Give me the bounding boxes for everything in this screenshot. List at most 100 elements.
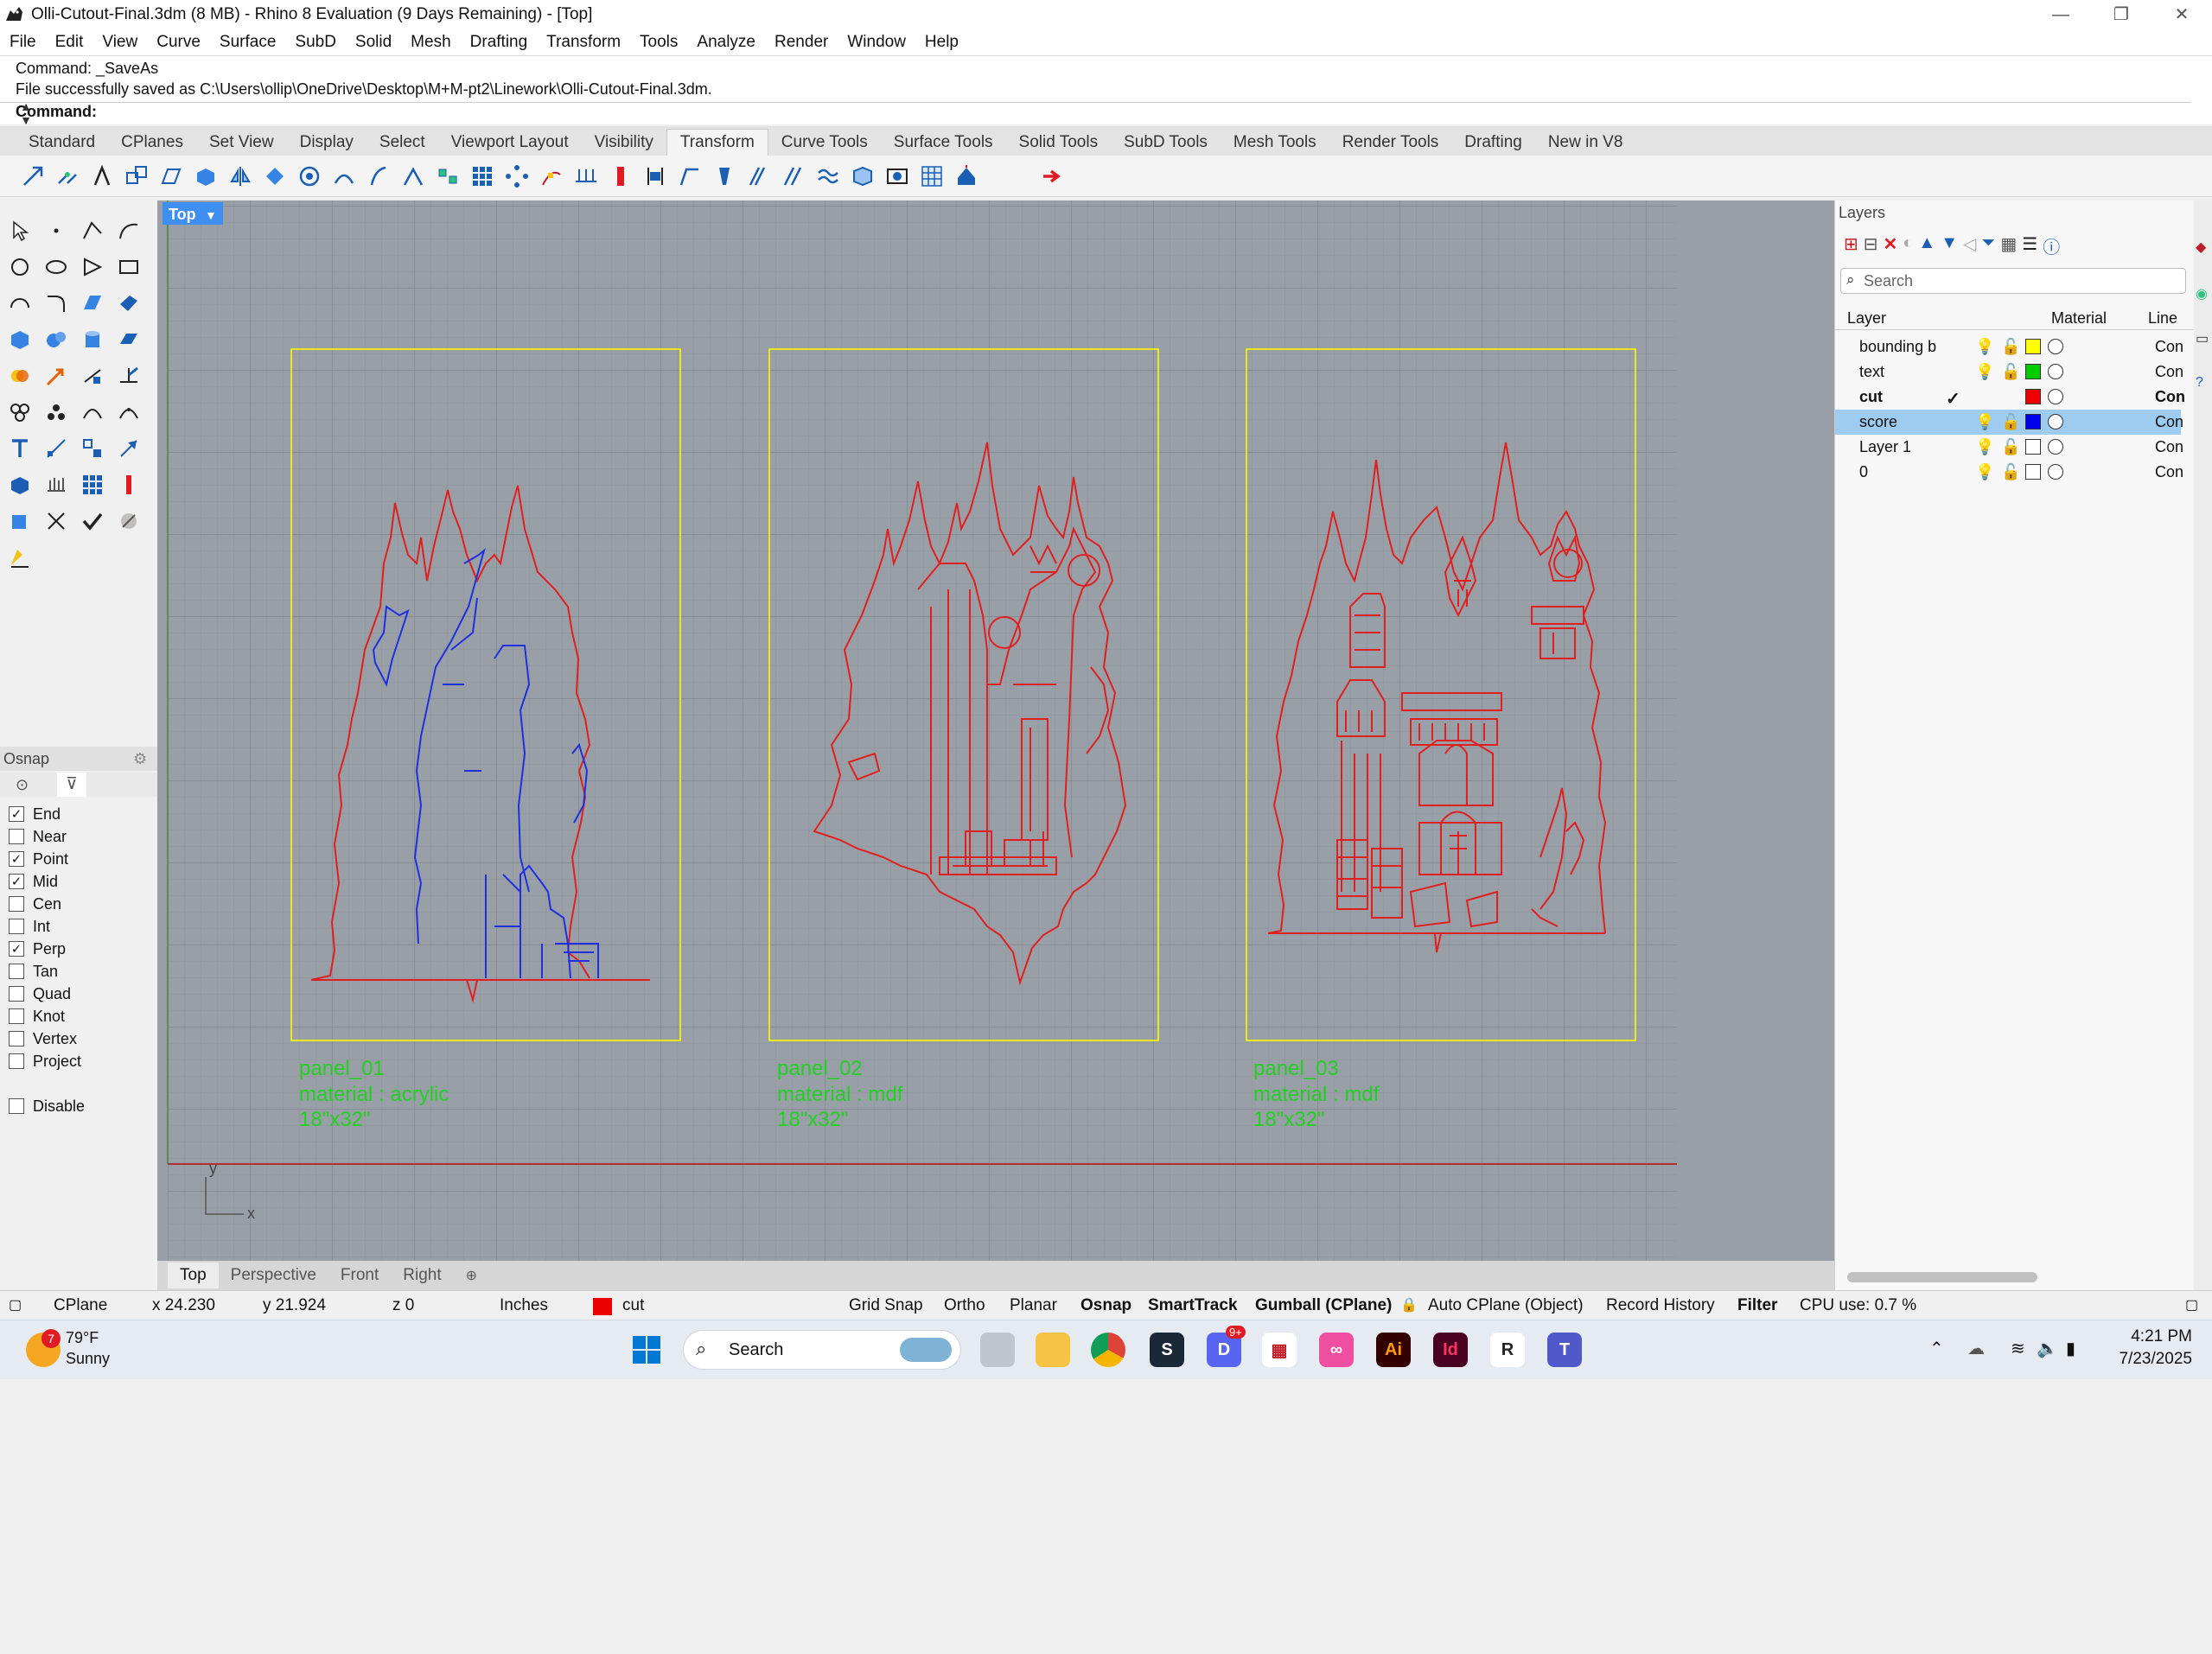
- osnap-project[interactable]: Project: [9, 1051, 81, 1072]
- tab-standard[interactable]: Standard: [16, 130, 108, 156]
- bend-icon[interactable]: [330, 162, 358, 190]
- scale-icon[interactable]: [123, 162, 150, 190]
- layer-color-swatch[interactable]: [2025, 364, 2041, 379]
- illustrator-icon[interactable]: Ai: [1376, 1333, 1411, 1367]
- tray-chevron-icon[interactable]: ⌃: [1929, 1338, 1944, 1359]
- current-layer-swatch[interactable]: [593, 1298, 612, 1315]
- rebuild-icon[interactable]: [114, 398, 143, 427]
- menu-icon[interactable]: ☰: [2022, 233, 2037, 258]
- trim-icon[interactable]: [78, 361, 107, 391]
- viewport-canvas[interactable]: panel_01 material : acrylic 18"x32" pane…: [157, 200, 1834, 1261]
- tab-set-view[interactable]: Set View: [196, 130, 287, 156]
- bulb-icon[interactable]: 💡: [1975, 338, 1994, 356]
- checkbox-icon[interactable]: [9, 896, 24, 912]
- status-smarttrack[interactable]: SmartTrack: [1148, 1291, 1238, 1320]
- material-icon[interactable]: [2048, 464, 2063, 480]
- taskbar-search[interactable]: ⌕ Search: [683, 1330, 961, 1370]
- tab-curve-tools[interactable]: Curve Tools: [768, 130, 881, 156]
- viewport-label[interactable]: Top: [169, 206, 196, 223]
- osnap-filter-icon[interactable]: ⊽: [57, 773, 86, 797]
- lock-icon[interactable]: 🔓: [2001, 413, 2020, 431]
- status-planar[interactable]: Planar: [1010, 1291, 1057, 1320]
- menu-edit[interactable]: Edit: [46, 33, 93, 52]
- tab-transform[interactable]: Transform: [666, 129, 768, 156]
- taper-icon[interactable]: [399, 162, 427, 190]
- tab-viewport-layout[interactable]: Viewport Layout: [438, 130, 582, 156]
- group-icon[interactable]: [5, 398, 35, 427]
- col-layer[interactable]: Layer: [1847, 309, 1886, 328]
- lock-icon[interactable]: 🔓: [2001, 463, 2020, 481]
- polyline-icon[interactable]: [78, 216, 107, 245]
- point-icon[interactable]: [41, 216, 71, 245]
- explode-icon[interactable]: [78, 398, 107, 427]
- osnap-near[interactable]: Near: [9, 826, 67, 847]
- layer-color-swatch[interactable]: [2025, 439, 2041, 455]
- vptab-top[interactable]: Top: [168, 1263, 219, 1288]
- layer-row[interactable]: 0 💡 🔓 Con: [1835, 460, 2183, 485]
- sphere-icon[interactable]: [41, 325, 71, 354]
- chrome-icon[interactable]: [1091, 1333, 1125, 1367]
- panel-toggle-right-icon[interactable]: ▢: [2185, 1291, 2198, 1320]
- menu-solid[interactable]: Solid: [346, 33, 401, 52]
- tab-mesh-tools[interactable]: Mesh Tools: [1221, 130, 1329, 156]
- align-icon[interactable]: [641, 162, 669, 190]
- grid-array-icon[interactable]: [78, 470, 107, 499]
- osnap-point[interactable]: ✓ Point: [9, 849, 68, 869]
- lock-icon[interactable]: 🔓: [2001, 338, 2020, 356]
- new-sublayer-icon[interactable]: ⊟: [1864, 233, 1878, 258]
- orient-icon[interactable]: [261, 162, 289, 190]
- checkbox-icon[interactable]: [9, 1031, 24, 1046]
- box-edit-icon[interactable]: [192, 162, 220, 190]
- menu-window[interactable]: Window: [838, 33, 915, 52]
- distribute-icon[interactable]: [676, 162, 704, 190]
- tab-select[interactable]: Select: [367, 130, 438, 156]
- rectangular-array-icon[interactable]: [469, 162, 496, 190]
- menu-analyze[interactable]: Analyze: [687, 33, 765, 52]
- arc-icon[interactable]: [5, 289, 35, 318]
- bulb-icon[interactable]: 💡: [1975, 413, 1994, 431]
- status-grid-snap[interactable]: Grid Snap: [849, 1291, 923, 1320]
- bulb-icon[interactable]: 💡: [1975, 463, 1994, 481]
- osnap-vertex[interactable]: Vertex: [9, 1028, 77, 1049]
- dimension-icon[interactable]: [41, 434, 71, 463]
- rhino-taskbar-icon[interactable]: R: [1490, 1333, 1525, 1367]
- layer-color-swatch[interactable]: [2025, 414, 2041, 429]
- add-viewport-icon[interactable]: ⊕: [454, 1267, 489, 1284]
- mesh-icon[interactable]: [114, 325, 143, 354]
- osnap-end[interactable]: ✓ End: [9, 804, 61, 824]
- checkbox-icon[interactable]: [9, 829, 24, 844]
- command-prompt[interactable]: Command:: [0, 102, 2191, 124]
- vptab-perspective[interactable]: Perspective: [219, 1266, 328, 1285]
- collapse-icon[interactable]: ◁: [1963, 233, 1976, 258]
- checkbox-icon[interactable]: [9, 986, 24, 1002]
- move-down-icon[interactable]: ▼: [1941, 233, 1958, 258]
- menu-mesh[interactable]: Mesh: [401, 33, 460, 52]
- tab-display[interactable]: Display: [287, 130, 367, 156]
- menu-surface[interactable]: Surface: [210, 33, 285, 52]
- checkbox-icon[interactable]: [9, 1053, 24, 1069]
- set-points-icon[interactable]: [711, 162, 738, 190]
- menu-help[interactable]: Help: [915, 33, 968, 52]
- leader-icon[interactable]: [114, 434, 143, 463]
- project-icon[interactable]: [745, 162, 773, 190]
- tab-solid-tools[interactable]: Solid Tools: [1006, 130, 1112, 156]
- indesign-icon[interactable]: Id: [1433, 1333, 1468, 1367]
- layer-row[interactable]: Layer 1 💡 🔓 Con: [1835, 435, 2183, 460]
- menu-transform[interactable]: Transform: [537, 33, 630, 52]
- layer-tool-icon[interactable]: ◐: [1903, 233, 1913, 258]
- move-uvn-icon[interactable]: [953, 162, 980, 190]
- material-icon[interactable]: [2048, 364, 2063, 379]
- material-icon[interactable]: [2048, 389, 2063, 404]
- checkbox-icon[interactable]: ✓: [9, 806, 24, 822]
- padlock-icon[interactable]: 🔒: [1400, 1291, 1418, 1320]
- help-icon[interactable]: ⓘ: [2043, 233, 2060, 258]
- clock-time[interactable]: 4:21 PM: [2120, 1327, 2192, 1346]
- osnap-tan[interactable]: Tan: [9, 961, 58, 982]
- circle-icon[interactable]: [5, 252, 35, 282]
- checkbox-icon[interactable]: ✓: [9, 941, 24, 957]
- polygon-icon[interactable]: [78, 252, 107, 282]
- osnap-int[interactable]: Int: [9, 916, 50, 937]
- rotate-icon[interactable]: [88, 162, 116, 190]
- bulb-icon[interactable]: 💡: [1975, 438, 1994, 456]
- tab-drafting[interactable]: Drafting: [1451, 130, 1535, 156]
